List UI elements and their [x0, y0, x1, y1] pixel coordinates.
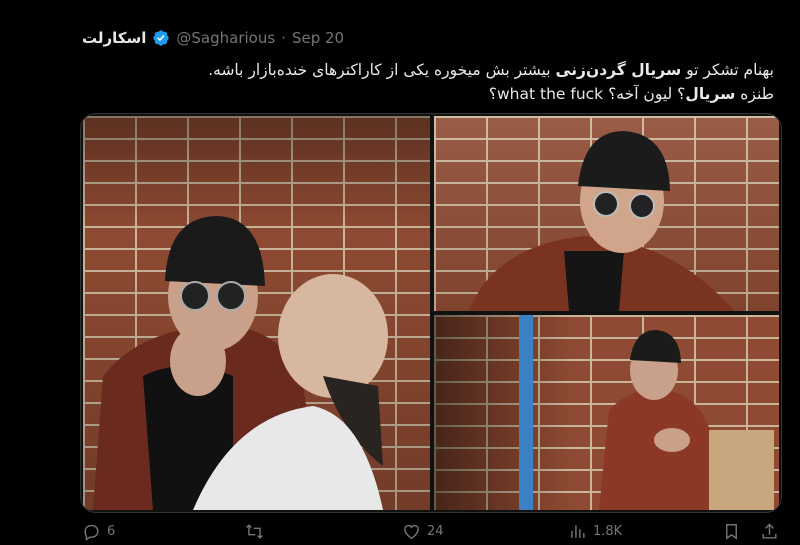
text-segment: ؟ لیون آخه؟ what the fuck؟	[488, 85, 686, 103]
tweet-actions: 6 24 1.8K	[0, 522, 800, 545]
blue-scaffold-pole	[519, 315, 533, 510]
tweet[interactable]: اسکارلت @Sagharious · Sep 20 بهنام تشکر …	[0, 0, 800, 545]
text-segment: بهنام تشکر تو	[681, 61, 774, 79]
media-grid	[80, 113, 782, 513]
views-button[interactable]: 1.8K	[568, 522, 622, 541]
display-name[interactable]: اسکارلت	[82, 29, 146, 47]
like-count: 24	[427, 524, 444, 539]
text-segment-bold: سریال گردن‌زنی	[555, 61, 682, 79]
bald-man-back-figure	[193, 274, 388, 510]
tweet-text-line-1: بهنام تشکر تو سریال گردن‌زنی بیشتر بش می…	[74, 58, 774, 82]
tweet-text-line-2: طنزه سریال؟ لیون آخه؟ what the fuck؟	[74, 82, 774, 106]
bookmark-button[interactable]	[722, 522, 741, 541]
views-count: 1.8K	[593, 524, 623, 539]
share-icon	[762, 523, 777, 539]
reply-count: 6	[107, 524, 116, 539]
text-segment: طنزه	[735, 85, 774, 103]
tweet-header: اسکارلت @Sagharious · Sep 20	[82, 26, 344, 50]
media-image-3[interactable]	[434, 315, 779, 510]
media-image-1[interactable]	[83, 116, 430, 510]
text-segment: بیشتر بش میخوره یکی از کاراکترهای خنده‌ب…	[208, 61, 556, 79]
retweet-button[interactable]	[245, 522, 270, 541]
tweet-text: بهنام تشکر تو سریال گردن‌زنی بیشتر بش می…	[74, 58, 774, 106]
media-image-2[interactable]	[434, 116, 779, 311]
reply-icon	[84, 524, 99, 541]
heart-icon	[404, 524, 419, 540]
person-close-up-figure	[469, 131, 734, 311]
separator-dot: ·	[281, 29, 286, 47]
retweet-icon	[246, 524, 263, 539]
boxes-figure	[709, 430, 774, 510]
tweet-date[interactable]: Sep 20	[292, 29, 344, 47]
bookmark-icon	[726, 524, 737, 540]
like-button[interactable]: 24	[402, 522, 444, 541]
reply-button[interactable]: 6	[82, 522, 115, 541]
text-segment-bold: سریال	[685, 85, 736, 103]
share-button[interactable]	[760, 522, 779, 541]
views-chart-icon	[571, 525, 585, 538]
user-handle[interactable]: @Sagharious	[176, 29, 275, 47]
verified-badge-icon	[153, 30, 170, 46]
